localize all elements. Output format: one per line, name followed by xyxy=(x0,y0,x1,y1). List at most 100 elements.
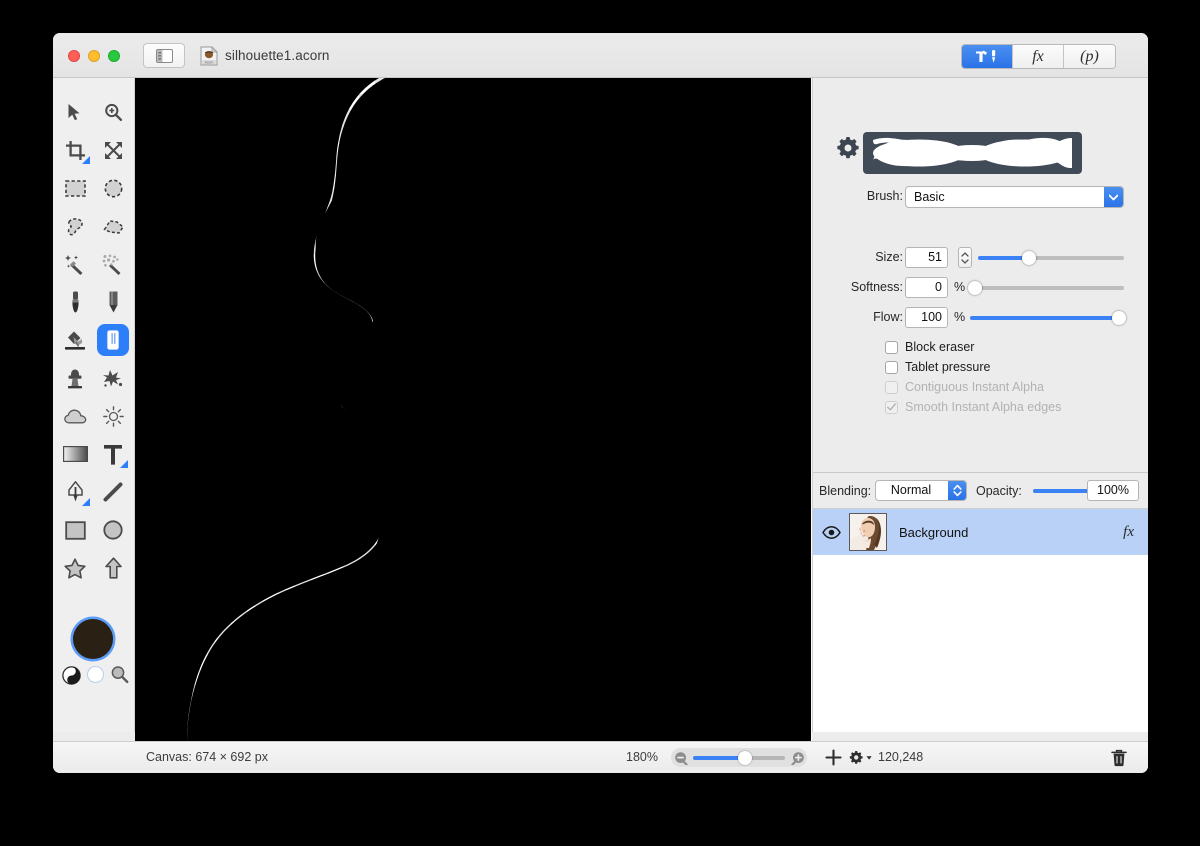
layer-actions-button[interactable] xyxy=(848,750,875,771)
flow-slider[interactable] xyxy=(970,311,1127,325)
move-tool[interactable] xyxy=(59,96,91,128)
clone-stamp-tool[interactable] xyxy=(59,362,91,394)
portrait-photo-thumbnail xyxy=(850,514,886,550)
tab-filters[interactable]: fx xyxy=(1013,45,1064,68)
elliptical-selection-tool[interactable] xyxy=(97,172,129,204)
inspector-mode-switch: fx (p) xyxy=(961,44,1116,69)
rectangular-selection-tool[interactable] xyxy=(59,172,91,204)
line-icon xyxy=(103,482,123,502)
brush-stroke-preview xyxy=(873,137,1072,168)
cursor-coordinates: 120,248 xyxy=(878,750,924,764)
color-picker-magnifier-icon[interactable] xyxy=(110,665,130,685)
crop-tool[interactable] xyxy=(59,134,91,166)
line-tool[interactable] xyxy=(97,476,129,508)
softness-input[interactable]: 0 xyxy=(905,277,948,298)
arrow-shape-icon xyxy=(104,557,122,579)
maximize-window-button[interactable] xyxy=(108,50,120,62)
ellipse-icon xyxy=(103,520,123,540)
delete-layer-button[interactable] xyxy=(1111,749,1127,767)
flow-unit: % xyxy=(954,310,966,324)
paint-bucket-tool[interactable] xyxy=(59,324,91,356)
zoom-out-icon xyxy=(674,751,688,765)
zoom-tool[interactable] xyxy=(97,96,129,128)
flow-input[interactable]: 100 xyxy=(905,307,948,328)
canvas-size-label: Canvas: 674 × 692 px xyxy=(146,750,268,764)
zoom-in-icon xyxy=(790,751,804,765)
dodge-burn-tool[interactable] xyxy=(97,400,129,432)
black-white-swap-icon[interactable] xyxy=(62,666,81,685)
checkbox-block-eraser[interactable]: Block eraser xyxy=(885,338,974,356)
paint-brush-tool[interactable] xyxy=(59,286,91,318)
tab-tools[interactable] xyxy=(962,45,1013,68)
softness-slider[interactable] xyxy=(967,281,1124,295)
minimize-window-button[interactable] xyxy=(88,50,100,62)
checkbox-contiguous-instant-alpha: Contiguous Instant Alpha xyxy=(885,378,1044,396)
head-silhouette-shape xyxy=(135,78,811,741)
magnifier-plus-icon xyxy=(104,103,122,121)
eraser-tool[interactable] xyxy=(97,324,129,356)
bezier-pen-tool[interactable] xyxy=(59,476,91,508)
zoom-slider-knob[interactable] xyxy=(738,750,753,765)
sidebar-toggle-button[interactable] xyxy=(143,43,185,68)
pencil-tool[interactable] xyxy=(97,286,129,318)
size-input[interactable]: 51 xyxy=(905,247,948,268)
layers-list[interactable]: Background fx xyxy=(813,509,1148,732)
checkbox-box xyxy=(885,360,898,374)
blending-select[interactable]: Normal xyxy=(875,480,967,501)
layer-effects-button[interactable]: fx xyxy=(1123,524,1134,541)
zoom-out-button[interactable] xyxy=(671,748,690,767)
star-shape-tool[interactable] xyxy=(59,552,91,584)
brush-select[interactable]: Basic xyxy=(905,186,1124,208)
zoom-slider-track[interactable] xyxy=(693,750,785,765)
instant-alpha-tool[interactable] xyxy=(97,248,129,280)
checkbox-smooth-instant-alpha-edges: Smooth Instant Alpha edges xyxy=(885,398,1061,416)
magic-wand-tool[interactable] xyxy=(59,248,91,280)
no-color-circle-icon[interactable] xyxy=(87,666,104,683)
gradient-tool[interactable] xyxy=(59,438,91,470)
tool-options-corner-icon xyxy=(82,156,90,164)
brush-settings-gear-icon[interactable] xyxy=(836,136,860,160)
brush-preview-strip xyxy=(863,132,1082,174)
instant-alpha-wand-icon xyxy=(102,254,121,275)
tab-palettes[interactable]: (p) xyxy=(1064,45,1115,68)
checkbox-label: Smooth Instant Alpha edges xyxy=(905,400,1062,414)
close-window-button[interactable] xyxy=(68,50,80,62)
polygonal-lasso-tool[interactable] xyxy=(97,210,129,242)
arrow-shape-tool[interactable] xyxy=(97,552,129,584)
layer-visibility-toggle[interactable] xyxy=(813,525,849,539)
tool-palette xyxy=(53,78,135,732)
inspector-panel: Brush: Basic Size: 51 Softness: 0 % Flow… xyxy=(812,78,1148,732)
checkbox-tablet-pressure[interactable]: Tablet pressure xyxy=(885,358,990,376)
paintbrush-icon xyxy=(71,291,79,313)
eye-icon xyxy=(821,525,841,539)
gear-dropdown-icon xyxy=(849,751,872,764)
blur-tool[interactable] xyxy=(59,400,91,432)
opacity-value[interactable]: 100% xyxy=(1087,480,1139,501)
chevron-down-icon xyxy=(961,258,969,264)
acorn-window: Acorn silhouette1.acorn fx (p) Brush: Ba… xyxy=(53,33,1148,773)
layer-name: Background xyxy=(899,524,969,540)
zoom-slider[interactable] xyxy=(671,748,807,767)
move-arrows-icon xyxy=(104,141,122,159)
ellipse-shape-tool[interactable] xyxy=(97,514,129,546)
rectangle-shape-tool[interactable] xyxy=(59,514,91,546)
checkbox-box xyxy=(885,380,898,394)
canvas-area[interactable] xyxy=(135,78,812,741)
lasso-icon xyxy=(67,217,83,235)
pencil-icon xyxy=(109,291,117,313)
transform-tool[interactable] xyxy=(97,134,129,166)
checkbox-label: Tablet pressure xyxy=(905,360,991,374)
brush-label: Brush: xyxy=(866,189,903,203)
checkbox-label: Contiguous Instant Alpha xyxy=(905,380,1044,394)
smudge-tool[interactable] xyxy=(97,362,129,394)
text-tool[interactable] xyxy=(97,438,129,470)
title-bar: Acorn silhouette1.acorn fx (p) xyxy=(53,33,1148,78)
zoom-in-button[interactable] xyxy=(788,748,807,767)
layer-row-background[interactable]: Background fx xyxy=(813,509,1148,555)
size-slider[interactable] xyxy=(978,251,1124,265)
size-stepper[interactable] xyxy=(958,247,972,268)
softness-unit: % xyxy=(954,280,966,294)
foreground-color-well[interactable] xyxy=(73,619,113,659)
lasso-tool[interactable] xyxy=(59,210,91,242)
add-layer-button[interactable] xyxy=(825,749,842,766)
